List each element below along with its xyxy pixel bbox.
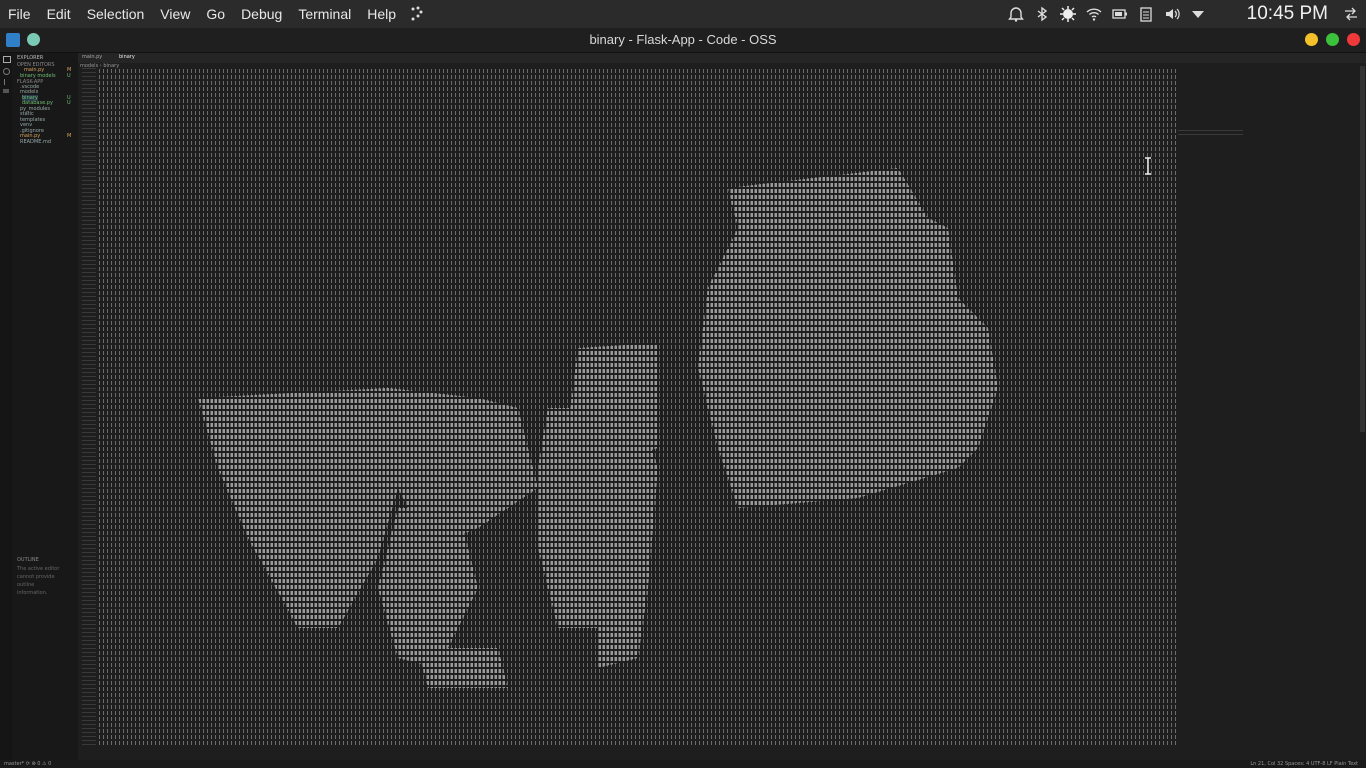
tab-main-py[interactable]: main.py [82, 54, 102, 60]
text-cursor-icon [1144, 157, 1152, 175]
volume-icon[interactable] [1163, 5, 1181, 23]
line-number-gutter [82, 68, 96, 748]
minimap-slider[interactable] [1178, 130, 1243, 135]
clipboard-icon[interactable] [1137, 5, 1155, 23]
menu-help[interactable]: Help [359, 0, 404, 28]
git-badge: M [67, 133, 72, 139]
explorer-activity-icon[interactable] [3, 56, 11, 63]
outline-message: The active editor [17, 566, 60, 572]
menu-bar: File Edit Selection View Go Debug Termin… [0, 0, 430, 28]
close-button[interactable] [1347, 33, 1360, 46]
maximize-button[interactable] [1326, 33, 1339, 46]
menu-view[interactable]: View [152, 0, 198, 28]
debug-activity-icon[interactable] [3, 89, 9, 93]
menu-go[interactable]: Go [198, 0, 233, 28]
menu-debug[interactable]: Debug [233, 0, 290, 28]
menu-terminal[interactable]: Terminal [290, 0, 359, 28]
app-launcher-icon[interactable] [408, 5, 426, 23]
tab-binary[interactable]: binary [119, 54, 135, 60]
wifi-icon[interactable] [1085, 5, 1103, 23]
menu-file[interactable]: File [0, 0, 39, 28]
tree-item-file[interactable]: README.md [20, 139, 51, 145]
battery-icon[interactable] [1111, 5, 1129, 23]
clock[interactable]: 10:45 PM [1247, 3, 1328, 25]
minimize-button[interactable] [1305, 33, 1318, 46]
menu-selection[interactable]: Selection [79, 0, 153, 28]
outline-section[interactable]: OUTLINE [17, 557, 39, 563]
git-branch-status[interactable]: master* ⟳ ⊗ 0 ⚠ 0 [4, 760, 51, 768]
brightness-icon[interactable] [1059, 5, 1077, 23]
git-badge: U [67, 73, 71, 79]
bluetooth-icon[interactable] [1033, 5, 1051, 23]
explorer-header: EXPLORER [17, 55, 44, 61]
outline-message: outline [17, 582, 35, 588]
window-title: binary - Flask-App - Code - OSS [589, 32, 777, 47]
editor-tabs: main.py binary [78, 53, 1366, 63]
status-bar: master* ⟳ ⊗ 0 ⚠ 0 Ln 21, Col 32 Spaces: … [0, 760, 1366, 768]
binary-file-content[interactable] [98, 68, 1178, 747]
source-control-activity-icon[interactable] [4, 79, 8, 85]
network-settings-icon[interactable] [1342, 5, 1360, 23]
outline-message: cannot provide [17, 574, 55, 580]
git-badge: U [67, 100, 71, 106]
window-title-bar: binary - Flask-App - Code - OSS [0, 28, 1366, 53]
cursor-position-status[interactable]: Ln 21, Col 32 Spaces: 4 UTF-8 LF Plain T… [1250, 760, 1358, 768]
dropdown-arrow-icon[interactable] [1189, 5, 1207, 23]
activity-bar [0, 53, 12, 760]
system-top-bar: File Edit Selection View Go Debug Termin… [0, 0, 1366, 28]
menu-edit[interactable]: Edit [39, 0, 79, 28]
search-activity-icon[interactable] [3, 68, 10, 75]
outline-message: information. [17, 590, 48, 596]
alarm-icon[interactable] [1007, 5, 1025, 23]
vertical-scrollbar[interactable] [1360, 66, 1365, 432]
